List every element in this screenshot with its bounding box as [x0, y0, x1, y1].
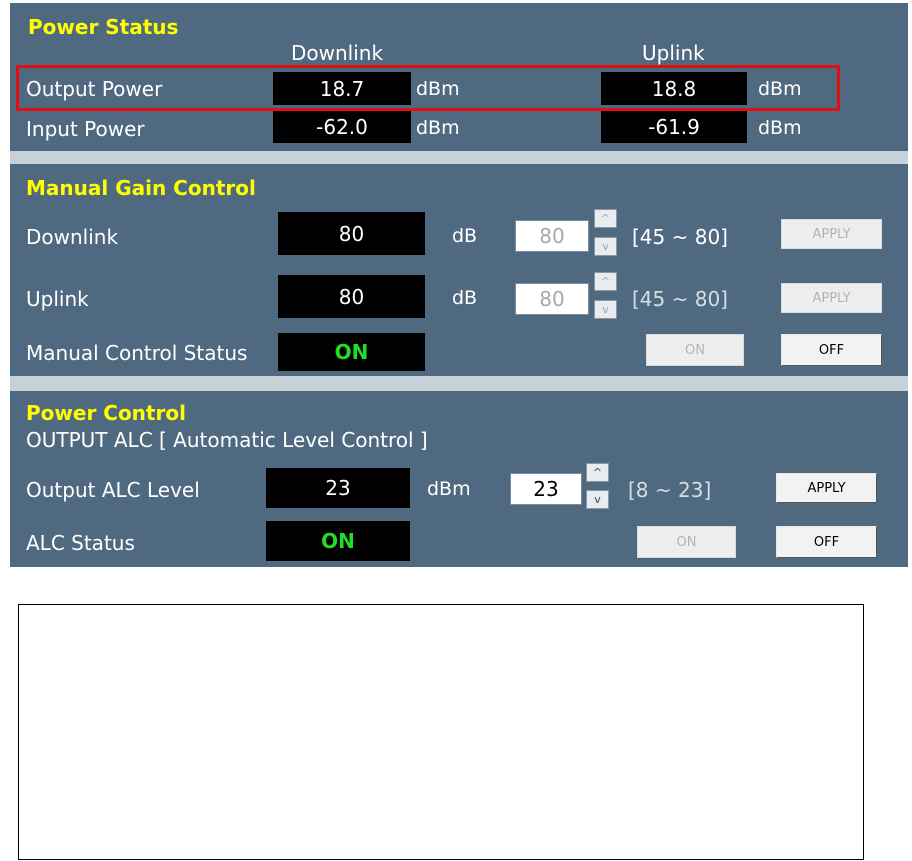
gain-uplink-up-icon[interactable]: ^	[594, 272, 617, 291]
gain-downlink-up-icon[interactable]: ^	[594, 209, 617, 228]
power-status-panel: Power Status Downlink Uplink Output Powe…	[10, 3, 908, 151]
gain-downlink-range: [45 ~ 80]	[632, 225, 728, 249]
manual-control-on-button[interactable]: ON	[646, 334, 744, 366]
gain-downlink-down-icon[interactable]: v	[594, 237, 617, 256]
output-alc-level-label: Output ALC Level	[26, 478, 200, 502]
alc-status-label: ALC Status	[26, 531, 135, 555]
input-power-downlink-unit: dBm	[416, 117, 460, 139]
manual-control-off-button[interactable]: OFF	[781, 334, 882, 366]
manual-control-status-value: ON	[278, 333, 425, 371]
gain-uplink-down-icon[interactable]: v	[594, 300, 617, 319]
gain-uplink-apply-button[interactable]: APPLY	[781, 283, 882, 313]
output-power-highlight	[16, 65, 840, 111]
input-power-uplink-value: -61.9	[601, 111, 747, 143]
output-alc-level-range: [8 ~ 23]	[628, 478, 712, 502]
output-alc-subtitle: OUTPUT ALC [ Automatic Level Control ]	[26, 428, 428, 452]
output-alc-level-down-icon[interactable]: v	[586, 490, 609, 509]
input-power-uplink-unit: dBm	[758, 117, 802, 139]
output-alc-level-input[interactable]: 23	[510, 473, 582, 505]
empty-note-box	[18, 604, 864, 860]
manual-gain-control-title: Manual Gain Control	[26, 176, 256, 200]
gain-downlink-unit: dB	[452, 225, 478, 247]
output-alc-level-unit: dBm	[427, 478, 471, 500]
gain-downlink-value: 80	[278, 212, 425, 255]
panel-divider	[10, 376, 908, 391]
output-alc-level-apply-button[interactable]: APPLY	[776, 473, 877, 503]
gain-uplink-input[interactable]: 80	[515, 283, 589, 315]
gain-uplink-value: 80	[278, 275, 425, 318]
gain-uplink-range: [45 ~ 80]	[632, 287, 728, 311]
gain-downlink-apply-button[interactable]: APPLY	[781, 219, 882, 249]
output-alc-level-value: 23	[266, 468, 410, 508]
power-status-title: Power Status	[28, 15, 179, 39]
manual-gain-control-panel: Manual Gain Control Downlink 80 dB 80 ^ …	[10, 164, 908, 376]
output-alc-level-up-icon[interactable]: ^	[586, 463, 609, 482]
power-control-panel: Power Control OUTPUT ALC [ Automatic Lev…	[10, 391, 908, 567]
power-control-title: Power Control	[26, 401, 186, 425]
gain-downlink-input[interactable]: 80	[515, 220, 589, 252]
gain-downlink-label: Downlink	[26, 225, 119, 249]
input-power-label: Input Power	[26, 117, 145, 141]
alc-on-button[interactable]: ON	[637, 526, 736, 558]
alc-status-value: ON	[266, 521, 410, 561]
gain-uplink-unit: dB	[452, 287, 478, 309]
alc-off-button[interactable]: OFF	[776, 526, 877, 558]
manual-control-status-label: Manual Control Status	[26, 341, 248, 365]
uplink-column-header: Uplink	[642, 41, 705, 65]
input-power-downlink-value: -62.0	[273, 111, 411, 143]
panel-divider	[10, 151, 908, 164]
downlink-column-header: Downlink	[291, 41, 384, 65]
gain-uplink-label: Uplink	[26, 287, 89, 311]
